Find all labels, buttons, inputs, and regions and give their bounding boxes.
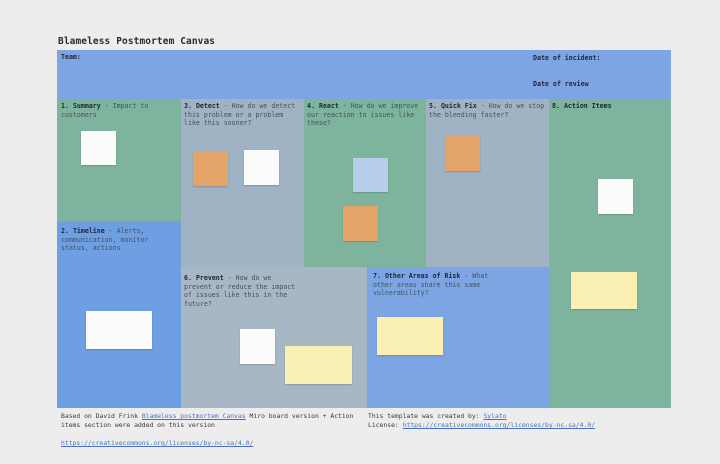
date-incident-label: Date of incident: (533, 54, 601, 62)
footer-created-line: This template was created by: Sylato (368, 412, 668, 421)
actions-number: 8. (552, 102, 560, 110)
footer-license-link-2[interactable]: https://creativecommons.org/licenses/by-… (403, 421, 595, 429)
actions-title: Action Items (563, 102, 612, 110)
canvas-board: Team: Date of incident: Date of review 1… (57, 50, 671, 408)
sticky-note-orange[interactable] (343, 206, 378, 241)
footer-author-link[interactable]: Sylato (483, 412, 506, 420)
section-summary[interactable]: 1. Summary - Impact to customers (57, 99, 181, 221)
prevent-number: 6. (184, 274, 192, 282)
prevent-label: 6. Prevent - How do we prevent or reduce… (184, 274, 302, 308)
detect-label: 3. Detect - How do we detect this proble… (184, 102, 302, 128)
page-title: Blameless Postmortem Canvas (58, 36, 216, 47)
sticky-note-yellow[interactable] (377, 317, 443, 355)
detect-title: Detect (195, 102, 220, 110)
team-label: Team: (61, 53, 81, 61)
footer-credits: This template was created by: Sylato Lic… (368, 412, 668, 430)
react-title: React (318, 102, 339, 110)
timeline-number: 2. (61, 227, 69, 235)
quickfix-title: Quick Fix (440, 102, 477, 110)
footer-license-url: https://creativecommons.org/licenses/by-… (61, 439, 253, 448)
section-timeline[interactable]: 2. Timeline - Alerts, communication, mon… (57, 221, 181, 408)
footer-license-link[interactable]: https://creativecommons.org/licenses/by-… (61, 439, 253, 447)
sticky-note-white[interactable] (81, 131, 116, 165)
summary-label: 1. Summary - Impact to customers (61, 102, 171, 119)
section-react[interactable]: 4. React - How do we improve our reactio… (304, 99, 426, 267)
header-band[interactable]: Team: Date of incident: Date of review (57, 50, 671, 99)
footer-based-prefix: Based on David Frink (61, 412, 142, 420)
timeline-label: 2. Timeline - Alerts, communication, mon… (61, 227, 175, 253)
section-action-items[interactable]: 8. Action Items (549, 99, 671, 408)
actions-label: 8. Action Items (552, 102, 668, 111)
footer-license-prefix: License: (368, 421, 403, 429)
risk-number: 7. (373, 272, 381, 280)
section-other-risk[interactable]: 7. Other Areas of Risk - What other area… (367, 267, 549, 408)
sticky-note-orange[interactable] (445, 136, 480, 171)
sticky-note-white[interactable] (244, 150, 279, 185)
timeline-title: Timeline (72, 227, 105, 235)
quickfix-label: 5. Quick Fix - How do we stop the bleedi… (429, 102, 547, 119)
date-review-label: Date of review (533, 80, 589, 88)
summary-title: Summary (72, 102, 101, 110)
sticky-note-white[interactable] (598, 179, 633, 214)
react-number: 4. (307, 102, 315, 110)
sticky-note-yellow[interactable] (285, 346, 352, 384)
section-quick-fix[interactable]: 5. Quick Fix - How do we stop the bleedi… (426, 99, 549, 267)
footer-canvas-link[interactable]: Blameless postmortem Canvas (142, 412, 246, 420)
detect-number: 3. (184, 102, 192, 110)
prevent-title: Prevent (195, 274, 224, 282)
section-prevent[interactable]: 6. Prevent - How do we prevent or reduce… (181, 267, 367, 408)
sticky-note-orange[interactable] (193, 151, 228, 186)
footer-created-prefix: This template was created by: (368, 412, 484, 420)
quickfix-number: 5. (429, 102, 437, 110)
sticky-note-blue[interactable] (353, 158, 388, 192)
sticky-note-white[interactable] (240, 329, 275, 364)
react-label: 4. React - How do we improve our reactio… (307, 102, 423, 128)
footer-attribution: Based on David Frink Blameless postmorte… (61, 412, 366, 430)
sticky-note-yellow[interactable] (571, 272, 637, 309)
summary-number: 1. (61, 102, 69, 110)
risk-title: Other Areas of Risk (384, 272, 461, 280)
sticky-note-white[interactable] (86, 311, 152, 349)
risk-label: 7. Other Areas of Risk - What other area… (373, 272, 503, 298)
section-detect[interactable]: 3. Detect - How do we detect this proble… (181, 99, 304, 267)
footer-license-line: License: https://creativecommons.org/lic… (368, 421, 668, 430)
